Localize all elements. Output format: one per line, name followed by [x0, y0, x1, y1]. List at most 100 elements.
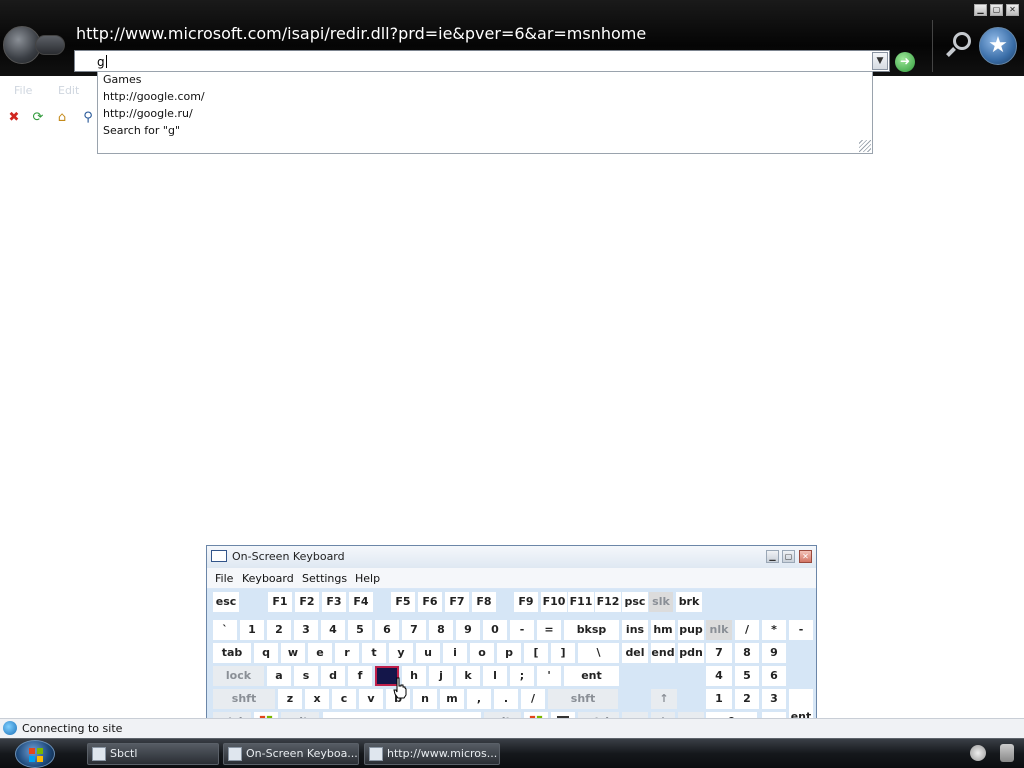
- key-num-18[interactable]: /: [735, 620, 759, 640]
- taskbar-item-osk[interactable]: On-Screen Keyboa...: [223, 743, 359, 765]
- key-tab-10[interactable]: p: [497, 643, 521, 663]
- key-fn-12[interactable]: F12: [595, 592, 621, 612]
- key-tab-9[interactable]: o: [470, 643, 494, 663]
- key-fn-7[interactable]: F7: [445, 592, 469, 612]
- key-tab-2[interactable]: w: [281, 643, 305, 663]
- osk-menu-settings[interactable]: Settings: [302, 572, 347, 585]
- key-num-11[interactable]: -: [510, 620, 534, 640]
- key-caps-0[interactable]: lock: [213, 666, 264, 686]
- search-toolbar-icon[interactable]: ⚲: [80, 110, 96, 126]
- key-num-9[interactable]: 9: [456, 620, 480, 640]
- key-shift-10[interactable]: /: [521, 689, 545, 709]
- key-num-7[interactable]: 7: [402, 620, 426, 640]
- key-fn-2[interactable]: F2: [295, 592, 319, 612]
- suggestion-item[interactable]: Games: [103, 73, 141, 86]
- osk-title-bar[interactable]: On-Screen Keyboard ▁ ▢ ✕: [207, 546, 816, 568]
- key-tab-8[interactable]: i: [443, 643, 467, 663]
- key-tab-15[interactable]: end: [651, 643, 675, 663]
- key-fn-11[interactable]: F11: [568, 592, 594, 612]
- key-shift-14[interactable]: 2: [735, 689, 759, 709]
- osk-menu-file[interactable]: File: [215, 572, 233, 585]
- osk-close-button[interactable]: ✕: [799, 550, 812, 563]
- key-tab-6[interactable]: y: [389, 643, 413, 663]
- key-caps-2[interactable]: s: [294, 666, 318, 686]
- key-tab-1[interactable]: q: [254, 643, 278, 663]
- key-caps-3[interactable]: d: [321, 666, 345, 686]
- key-shift-11[interactable]: shft: [548, 689, 618, 709]
- close-button[interactable]: ✕: [1006, 4, 1019, 16]
- suggestion-item[interactable]: http://google.ru/: [103, 107, 193, 120]
- key-num-1[interactable]: 1: [240, 620, 264, 640]
- suggestion-item[interactable]: Search for "g": [103, 124, 180, 137]
- key-num-3[interactable]: 3: [294, 620, 318, 640]
- key-caps-4[interactable]: f: [348, 666, 372, 686]
- key-tab-0[interactable]: tab: [213, 643, 251, 663]
- key-shift-7[interactable]: m: [440, 689, 464, 709]
- key-num-17[interactable]: nlk: [706, 620, 732, 640]
- start-button[interactable]: [15, 740, 55, 768]
- key-num-12[interactable]: =: [537, 620, 561, 640]
- menu-edit[interactable]: Edit: [58, 84, 79, 97]
- key-tab-12[interactable]: ]: [551, 643, 575, 663]
- favorites-star-icon[interactable]: ★: [979, 27, 1017, 65]
- key-caps-1[interactable]: a: [267, 666, 291, 686]
- key-tab-14[interactable]: del: [622, 643, 648, 663]
- osk-menu-keyboard[interactable]: Keyboard: [242, 572, 294, 585]
- key-num-4[interactable]: 4: [321, 620, 345, 640]
- key-tab-7[interactable]: u: [416, 643, 440, 663]
- power-icon[interactable]: [1000, 744, 1014, 762]
- key-tab-5[interactable]: t: [362, 643, 386, 663]
- key-num-0[interactable]: `: [213, 620, 237, 640]
- key-fn-15[interactable]: brk: [676, 592, 702, 612]
- key-shift-3[interactable]: c: [332, 689, 356, 709]
- key-num-16[interactable]: pup: [678, 620, 704, 640]
- key-fn-13[interactable]: psc: [622, 592, 648, 612]
- key-fn-5[interactable]: F5: [391, 592, 415, 612]
- key-num-6[interactable]: 6: [375, 620, 399, 640]
- key-caps-13[interactable]: 4: [706, 666, 732, 686]
- key-shift-6[interactable]: n: [413, 689, 437, 709]
- key-shift-15[interactable]: 3: [762, 689, 786, 709]
- key-num-2[interactable]: 2: [267, 620, 291, 640]
- key-num-5[interactable]: 5: [348, 620, 372, 640]
- key-caps-14[interactable]: 5: [735, 666, 759, 686]
- go-button[interactable]: ➜: [895, 52, 915, 72]
- key-tab-19[interactable]: 9: [762, 643, 786, 663]
- key-num-20[interactable]: -: [789, 620, 813, 640]
- address-dropdown-button[interactable]: ▼: [872, 52, 888, 70]
- key-shift-1[interactable]: z: [278, 689, 302, 709]
- key-shift-0[interactable]: shft: [213, 689, 275, 709]
- key-fn-8[interactable]: F8: [472, 592, 496, 612]
- forward-button[interactable]: [35, 35, 65, 55]
- key-tab-17[interactable]: 7: [706, 643, 732, 663]
- key-tab-16[interactable]: pdn: [678, 643, 704, 663]
- suggestion-item[interactable]: http://google.com/: [103, 90, 205, 103]
- refresh-icon[interactable]: ⟳: [30, 110, 46, 126]
- key-fn-3[interactable]: F3: [322, 592, 346, 612]
- key-shift-2[interactable]: x: [305, 689, 329, 709]
- menu-file[interactable]: File: [14, 84, 32, 97]
- key-shift-12[interactable]: ↑: [651, 689, 677, 709]
- key-shift-9[interactable]: .: [494, 689, 518, 709]
- stop-icon[interactable]: ✖: [6, 110, 22, 126]
- key-num-10[interactable]: 0: [483, 620, 507, 640]
- key-tab-3[interactable]: e: [308, 643, 332, 663]
- key-fn-1[interactable]: F1: [268, 592, 292, 612]
- key-fn-4[interactable]: F4: [349, 592, 373, 612]
- key-num-13[interactable]: bksp: [564, 620, 619, 640]
- key-num-15[interactable]: hm: [651, 620, 675, 640]
- key-tab-4[interactable]: r: [335, 643, 359, 663]
- key-num-14[interactable]: ins: [622, 620, 648, 640]
- address-bar[interactable]: g ▼: [74, 50, 890, 72]
- volume-icon[interactable]: [970, 745, 986, 761]
- minimize-button[interactable]: ▁: [974, 4, 987, 16]
- key-tab-13[interactable]: \: [578, 643, 619, 663]
- taskbar-item-browser[interactable]: http://www.micros...: [364, 743, 500, 765]
- key-shift-13[interactable]: 1: [706, 689, 732, 709]
- key-caps-8[interactable]: k: [456, 666, 480, 686]
- key-fn-9[interactable]: F9: [514, 592, 538, 612]
- key-caps-11[interactable]: ': [537, 666, 561, 686]
- key-shift-8[interactable]: ,: [467, 689, 491, 709]
- key-fn-0[interactable]: esc: [213, 592, 239, 612]
- key-caps-10[interactable]: ;: [510, 666, 534, 686]
